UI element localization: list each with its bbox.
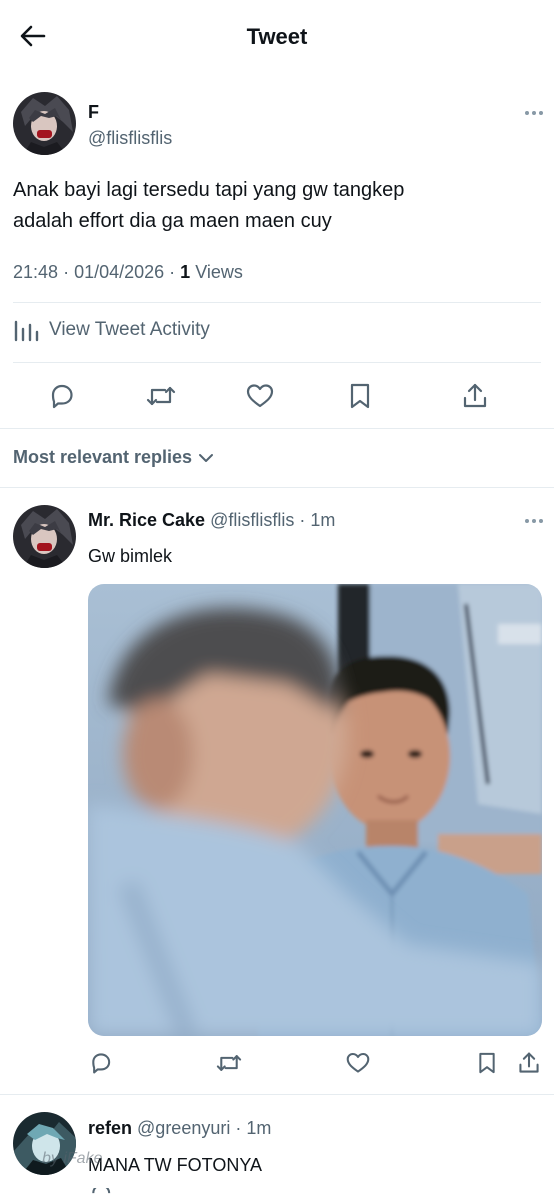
top-bar: Tweet	[0, 0, 554, 74]
reply-reply-button[interactable]	[86, 1048, 116, 1078]
reply-header: Mr. Rice Cake @flisflisflis · 1m	[88, 510, 336, 530]
view-tweet-activity-button[interactable]: View Tweet Activity	[13, 318, 210, 342]
retweet-button[interactable]	[143, 378, 179, 414]
reply-text: Gw bimlek	[88, 546, 173, 566]
reply-button[interactable]	[44, 378, 80, 414]
author-handle[interactable]: @flisflisflis	[88, 128, 172, 149]
like-icon	[246, 384, 274, 408]
tweet-action-bar	[0, 374, 554, 418]
chevron-down-icon	[199, 453, 214, 462]
tweet-text-line: Anak bayi lagi tersedu tapi yang gw tang…	[13, 179, 405, 201]
reply-time: 1m	[246, 1118, 272, 1138]
divider	[0, 1094, 554, 1095]
retweet-icon	[216, 1055, 242, 1071]
tweet-date: 01/04/2026	[74, 262, 165, 282]
reply-author-handle[interactable]: @greenyuri	[137, 1118, 230, 1138]
reply-bookmark-button[interactable]	[472, 1048, 502, 1078]
like-icon	[346, 1052, 370, 1073]
divider	[0, 487, 554, 488]
tweet-time: 21:48	[13, 262, 59, 282]
bookmark-icon	[479, 1052, 495, 1074]
reply-like-button[interactable]	[343, 1048, 373, 1078]
reply-photo[interactable]	[88, 584, 542, 1036]
reply-time: 1m	[310, 510, 336, 530]
replies-sort-dropdown[interactable]: Most relevant replies	[13, 447, 214, 468]
reply-reply-button[interactable]	[86, 1188, 116, 1200]
like-button[interactable]	[242, 378, 278, 414]
views-label: Views	[195, 262, 243, 282]
reply-author-name[interactable]: refen	[88, 1118, 132, 1138]
bookmark-icon	[350, 383, 370, 409]
replies-sort-label: Most relevant replies	[13, 447, 193, 467]
views-count: 1	[180, 262, 191, 282]
reply-avatar[interactable]	[13, 505, 76, 568]
reply-text: MANA TW FOTONYA	[88, 1155, 263, 1175]
share-icon	[519, 1052, 539, 1073]
author-avatar[interactable]	[13, 92, 76, 155]
reply-retweet-button[interactable]	[214, 1048, 244, 1078]
reply-author-name[interactable]: Mr. Rice Cake	[88, 510, 205, 530]
reply-share-button[interactable]	[514, 1048, 544, 1078]
more-options-button[interactable]	[525, 111, 543, 115]
retweet-icon	[146, 386, 176, 406]
tweet-text: Anak bayi lagi tersedu tapi yang gw tang…	[13, 175, 533, 237]
divider	[13, 302, 541, 303]
tweet-text-line: adalah effort dia ga maen maen cuy	[13, 210, 332, 232]
reply-author-handle[interactable]: @flisflisflis	[210, 510, 294, 530]
analytics-icon	[14, 320, 39, 342]
reply-icon	[51, 384, 73, 409]
reply-icon	[92, 1188, 111, 1194]
page-title: Tweet	[246, 24, 308, 49]
watermark: by iFake	[42, 1150, 103, 1167]
reply-header: refen @greenyuri · 1m	[88, 1118, 272, 1138]
bookmark-button[interactable]	[342, 378, 378, 414]
author-name[interactable]: F	[88, 102, 99, 123]
activity-label: View Tweet Activity	[49, 319, 210, 340]
divider	[13, 362, 541, 363]
reply-more-options-button[interactable]	[525, 519, 543, 523]
share-button[interactable]	[457, 378, 493, 414]
reply-icon	[92, 1053, 111, 1074]
share-icon	[463, 383, 487, 408]
divider	[0, 428, 554, 429]
tweet-meta: 21:48 · 01/04/2026 · 1 Views	[13, 262, 243, 282]
